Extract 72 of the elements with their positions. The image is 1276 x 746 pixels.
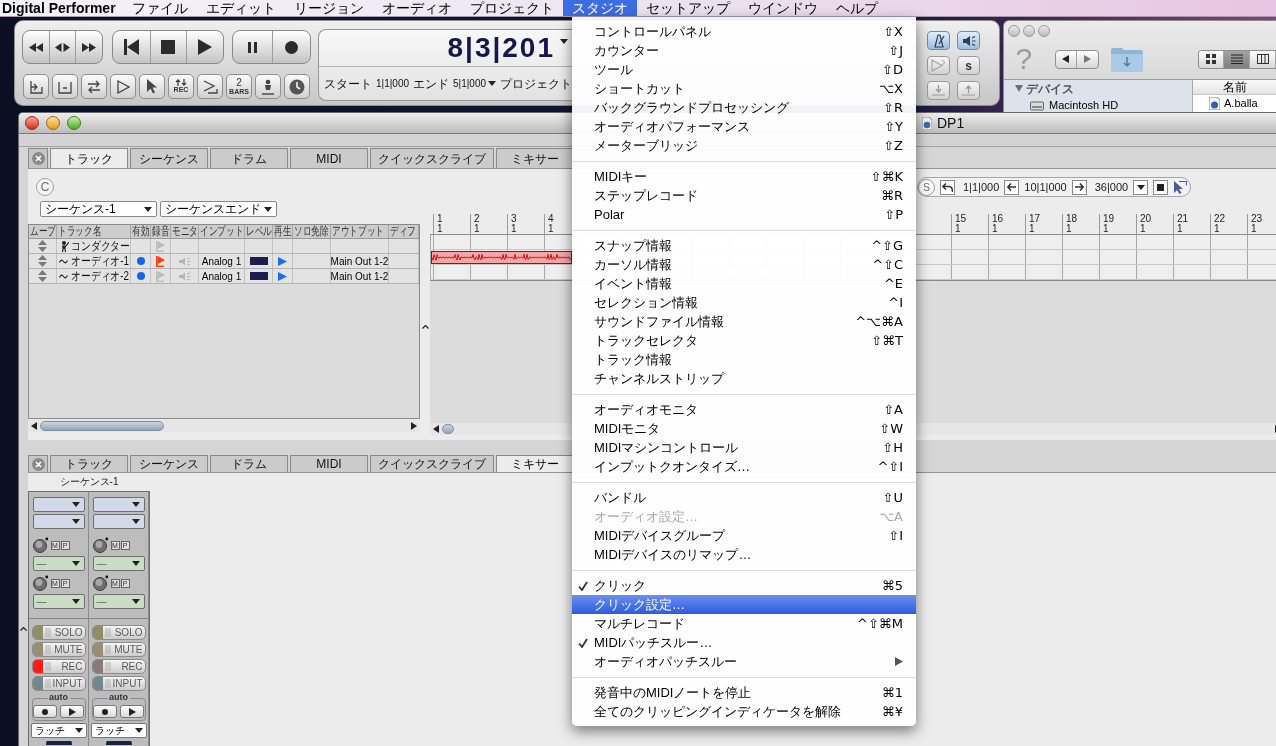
- shortcut-text: ⌘R: [880, 186, 903, 205]
- shortcut-text: ⇧J: [888, 41, 903, 60]
- shortcut-text: ⇧A: [883, 400, 903, 419]
- range-end: 10|1|000: [1024, 179, 1067, 195]
- bar-number: 16: [992, 214, 1005, 224]
- bar-number: 4: [548, 214, 555, 224]
- table-cell-text: Analog 1: [201, 254, 242, 269]
- beat-number: 1: [437, 224, 444, 234]
- end-label: エンド: [413, 75, 449, 93]
- bar-number: 3: [511, 214, 518, 224]
- auto-label: auto: [47, 692, 70, 703]
- shortcut-text: ^I: [888, 293, 903, 312]
- beat-number: 1: [992, 224, 999, 234]
- beat-number: 1: [1066, 224, 1073, 234]
- beat-number: 1: [1214, 224, 1221, 234]
- table-cell-text: Analog 1: [201, 269, 242, 284]
- shortcut-text: ⇧P: [884, 205, 903, 224]
- shortcut-text: ⌥X: [879, 79, 903, 98]
- bar-number: 1: [437, 214, 444, 224]
- shortcut-text: ⇧W: [879, 419, 903, 438]
- range-start: 1|1|000: [963, 179, 1000, 195]
- bar-number: 23: [1251, 214, 1264, 224]
- shortcut-text: ⇧H: [882, 438, 903, 457]
- shortcut-text: ⇧U: [882, 488, 903, 507]
- bar-number: 19: [1103, 214, 1116, 224]
- table-cell-text: Main Out 1-2: [330, 254, 389, 269]
- beat-number: 1: [1177, 224, 1184, 234]
- shortcut-text: ⌘5: [881, 576, 903, 595]
- shortcut-text: ^⇧C: [872, 255, 903, 274]
- shortcut-text: ⇧Y: [884, 117, 903, 136]
- bar-number: 20: [1140, 214, 1153, 224]
- auto-label: auto: [107, 692, 130, 703]
- bar-number: 21: [1177, 214, 1190, 224]
- table-cell-text: Main Out 1-2: [330, 269, 389, 284]
- shortcut-text: ⇧Z: [883, 136, 903, 155]
- bar-number: 17: [1029, 214, 1042, 224]
- beat-number: 1: [1251, 224, 1258, 234]
- bar-number: 2: [474, 214, 481, 224]
- window-title: DP1: [937, 115, 965, 131]
- shortcut-text: ^⇧I: [877, 457, 903, 476]
- shortcut-text: ⌥A: [879, 507, 903, 526]
- beat-number: 1: [511, 224, 518, 234]
- bar-number: 15: [955, 214, 968, 224]
- start-value: 1|1|000: [376, 77, 409, 92]
- shortcut-text: ⇧R: [883, 98, 903, 117]
- shortcut-text: ⌘¥: [881, 702, 903, 721]
- shortcut-text: ^⌥⌘A: [855, 312, 903, 331]
- sidebar-heading: デバイス: [1026, 81, 1074, 96]
- beat-number: 1: [1029, 224, 1036, 234]
- bar-number: 22: [1214, 214, 1227, 224]
- shortcut-text: ⇧⌘K: [870, 167, 903, 186]
- menu-item: オーディオ設定… ⌥A: [572, 507, 916, 526]
- shortcut-text: ^⇧G: [871, 236, 903, 255]
- beat-number: 1: [548, 224, 555, 234]
- shortcut-text: ^⇧⌘M: [857, 614, 903, 633]
- beat-number: 1: [474, 224, 481, 234]
- range-length: 36|000: [1094, 179, 1129, 195]
- shortcut-text: ⇧D: [882, 60, 903, 79]
- start-label: スタート: [324, 75, 372, 93]
- sequence-label: シーケンス-1: [58, 475, 120, 489]
- project-label: プロジェクト: [500, 75, 572, 93]
- beat-number: 1: [1140, 224, 1147, 234]
- counter-readout: 8|3|201: [447, 33, 555, 64]
- bar-number: 18: [1066, 214, 1079, 224]
- shortcut-text: ⌘1: [881, 683, 903, 702]
- beat-number: 1: [1103, 224, 1110, 234]
- shortcut-text: ^E: [883, 274, 903, 293]
- shortcut-text: ⇧X: [883, 22, 903, 41]
- shortcut-text: ⇧I: [888, 526, 903, 545]
- shortcut-text: ⇧⌘T: [871, 331, 903, 350]
- beat-number: 1: [955, 224, 962, 234]
- end-value: 5|1|000: [453, 77, 487, 92]
